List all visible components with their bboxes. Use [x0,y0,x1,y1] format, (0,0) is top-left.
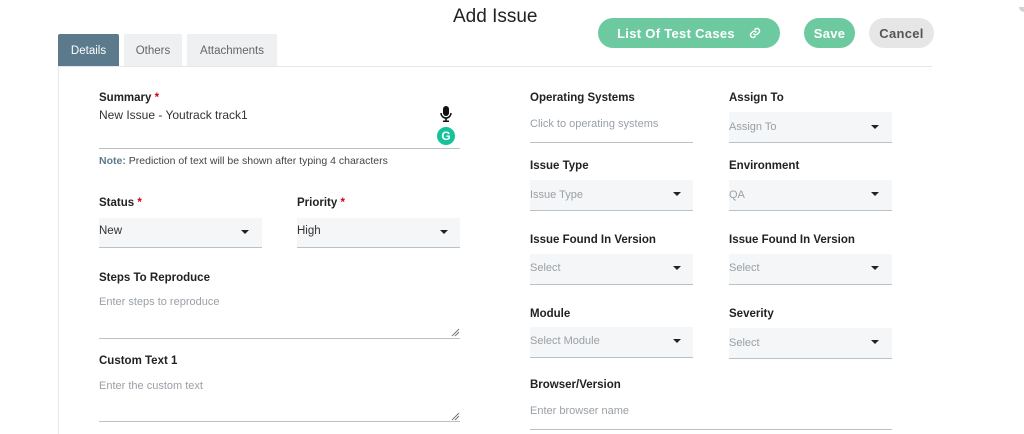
issue-type-label: Issue Type [530,160,589,172]
priority-value: High [297,225,321,237]
severity-label: Severity [729,308,774,320]
assign-to-underline [729,142,892,143]
dropdown-caret-icon [871,340,879,344]
summary-label: Summary * [99,92,160,104]
found-version-underline-2 [729,284,892,285]
tab-divider [58,66,932,67]
panel-left-border [58,66,59,434]
resize-handle-icon[interactable] [451,328,460,337]
summary-input[interactable]: New Issue - Youtrack track1 [99,108,248,122]
dropdown-caret-icon [673,266,681,270]
dropdown-caret-icon [871,192,879,196]
dropdown-caret-icon [871,266,879,270]
steps-underline [99,338,460,339]
steps-label: Steps To Reproduce [99,272,210,284]
issue-type-value: Issue Type [530,189,583,201]
page-title: Add Issue [453,6,538,27]
custom-text-label: Custom Text 1 [99,355,178,367]
status-value: New [99,225,123,237]
issue-type-underline [530,210,693,211]
found-version-value-1: Select [530,262,561,274]
cancel-button[interactable]: Cancel [869,18,934,48]
dropdown-caret-icon [871,125,879,129]
dropdown-caret-icon [440,230,448,234]
found-version-label-1: Issue Found In Version [530,234,656,246]
custom-text-underline [99,421,460,422]
status-underline [99,247,262,248]
os-label: Operating Systems [530,92,635,104]
browser-version-input[interactable]: Enter browser name [530,405,629,417]
tab-details[interactable]: Details [58,34,119,67]
status-select[interactable] [99,218,262,248]
priority-label: Priority * [297,197,345,209]
dropdown-caret-icon [673,192,681,196]
resize-handle-icon[interactable] [451,412,460,421]
environment-underline [729,210,892,211]
prediction-note: Note: Prediction of text will be shown a… [99,155,388,167]
browser-version-label: Browser/Version [530,379,621,391]
assign-to-value: Assign To [729,121,777,133]
found-version-value-2: Select [729,262,760,274]
priority-underline [297,247,460,248]
custom-text-textarea[interactable]: Enter the custom text [99,380,203,392]
list-of-test-cases-button[interactable]: List Of Test Cases [598,18,780,48]
steps-textarea[interactable]: Enter steps to reproduce [99,296,219,308]
summary-underline [99,148,460,149]
grammarly-icon[interactable]: G [437,127,455,145]
environment-value: QA [729,189,745,201]
window-corner-icon [1016,0,1024,12]
priority-select[interactable] [297,218,460,248]
assign-to-label: Assign To [729,92,784,104]
os-underline [530,142,693,143]
environment-select[interactable] [729,180,892,210]
module-underline [530,357,693,358]
found-version-label-2: Issue Found In Version [729,234,855,246]
save-button[interactable]: Save [804,18,855,48]
module-label: Module [530,308,571,320]
tab-others[interactable]: Others [124,34,182,67]
status-label: Status * [99,197,142,209]
module-value: Select Module [530,335,600,347]
environment-label: Environment [729,160,800,172]
dropdown-caret-icon [241,230,249,234]
severity-underline [729,358,892,359]
microphone-icon[interactable] [440,106,452,127]
dropdown-caret-icon [673,339,681,343]
severity-value: Select [729,337,760,349]
found-version-underline-1 [530,284,693,285]
tab-attachments[interactable]: Attachments [187,34,277,67]
link-icon [749,27,761,39]
browser-version-underline [530,429,892,430]
list-button-label: List Of Test Cases [617,25,735,41]
os-input[interactable]: Click to operating systems [530,118,658,130]
